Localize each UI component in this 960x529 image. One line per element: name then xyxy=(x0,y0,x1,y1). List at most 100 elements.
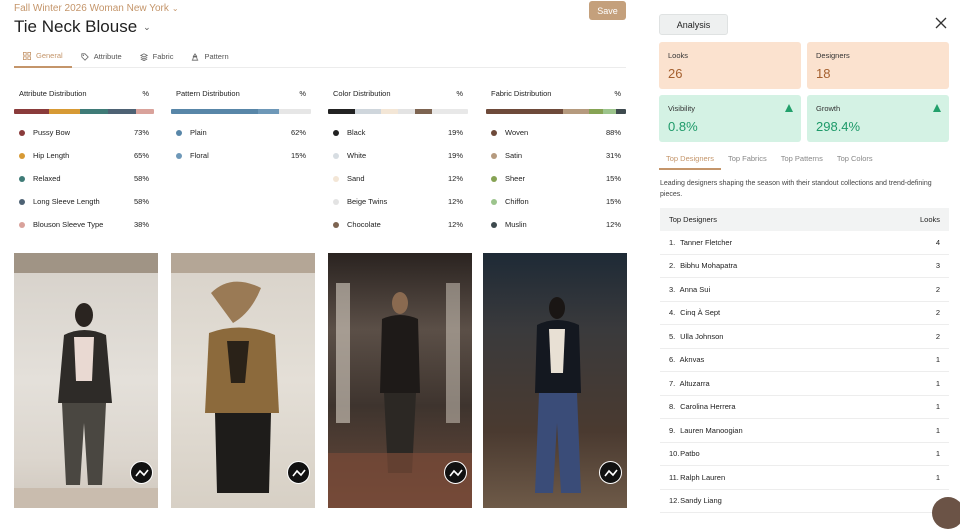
designer-cell: 9. Lauren Manoogian xyxy=(669,426,743,435)
dist-row-label: Hip Length xyxy=(33,151,70,160)
table-row[interactable]: 11. Ralph Lauren 1 xyxy=(660,466,949,490)
look-image[interactable] xyxy=(483,253,627,508)
dist-row-label: Sheer xyxy=(505,174,526,183)
designers-table: Top Designers Looks 1. Tanner Fletcher 4 2… xyxy=(660,208,949,513)
dist-bar xyxy=(14,109,154,114)
bar-segment xyxy=(562,109,590,114)
tab-bar: General Attribute Fabric Pattern xyxy=(14,45,626,68)
card-value: 298.4% xyxy=(816,119,861,134)
dist-row[interactable]: Chiffon 15% xyxy=(486,190,626,213)
up-arrow-icon xyxy=(785,104,793,112)
trend-button[interactable] xyxy=(599,461,622,484)
designers-card: Designers 18 xyxy=(807,42,949,89)
dist-row[interactable]: Hip Length 65% xyxy=(14,144,154,167)
dist-row[interactable]: Muslin 12% xyxy=(486,213,626,236)
rank: 10. xyxy=(669,449,680,459)
tab-top-patterns[interactable]: Top Patterns xyxy=(774,150,830,170)
designer-name: Altuzarra xyxy=(679,378,710,388)
look-image[interactable] xyxy=(328,253,472,508)
bar-segment xyxy=(80,109,108,114)
card-label: Designers xyxy=(816,51,850,60)
trend-button[interactable] xyxy=(444,461,467,484)
chevron-down-icon: ⌄ xyxy=(171,4,179,13)
table-row[interactable]: 2. Bibhu Mohapatra 3 xyxy=(660,255,949,278)
chat-button[interactable] xyxy=(932,497,960,529)
color-dot xyxy=(19,152,25,159)
rank: 9. xyxy=(669,425,676,435)
table-row[interactable]: 5. Ulla Johnson 2 xyxy=(660,325,949,349)
pattern-distribution: Pattern Distribution % Plain 62% Floral 15… xyxy=(171,89,311,167)
tab-attribute[interactable]: Attribute xyxy=(72,45,131,68)
tab-pattern[interactable]: Pattern xyxy=(182,45,237,68)
table-row[interactable]: 7. Altuzarra 1 xyxy=(660,372,949,396)
dist-row-label: Satin xyxy=(505,151,523,160)
dist-row-value: 62% xyxy=(290,128,306,137)
tab-fabric[interactable]: Fabric xyxy=(131,45,183,68)
dist-row-label: Muslin xyxy=(505,220,527,229)
page-title[interactable]: Tie Neck Blouse ⌄ xyxy=(14,17,151,37)
bar-segment xyxy=(354,109,382,114)
dist-row[interactable]: Satin 31% xyxy=(486,144,626,167)
save-button[interactable]: Save xyxy=(589,1,626,20)
designer-cell: 11. Ralph Lauren xyxy=(669,473,725,482)
pattern-icon xyxy=(192,52,199,61)
card-label: Looks xyxy=(668,51,689,60)
dist-row[interactable]: White 19% xyxy=(328,144,468,167)
dist-row[interactable]: Chocolate 12% xyxy=(328,213,468,236)
trend-button[interactable] xyxy=(130,461,153,484)
dist-row[interactable]: Plain 62% xyxy=(171,121,311,144)
tab-general[interactable]: General xyxy=(14,45,72,68)
dist-header: Color Distribution % xyxy=(328,89,468,103)
dist-row[interactable]: Relaxed 58% xyxy=(14,167,154,190)
dist-row-value: 15% xyxy=(605,197,621,206)
trend-button[interactable] xyxy=(287,461,310,484)
visibility-card: Visibility 0.8% xyxy=(659,95,801,142)
table-row[interactable]: 12. Sandy Liang xyxy=(660,490,949,513)
table-row[interactable]: 8. Carolina Herrera 1 xyxy=(660,396,949,419)
table-row[interactable]: 1. Tanner Fletcher 4 xyxy=(660,231,949,255)
analysis-tab[interactable]: Analysis xyxy=(659,14,728,35)
dist-row[interactable]: Sand 12% xyxy=(328,167,468,190)
color-dot xyxy=(491,152,497,159)
dist-row-label: Relaxed xyxy=(33,174,61,183)
table-row[interactable]: 9. Lauren Manoogian 1 xyxy=(660,419,949,443)
close-icon[interactable] xyxy=(934,16,948,30)
chevron-down-icon: ⌄ xyxy=(143,21,151,32)
color-dot xyxy=(491,198,497,205)
dist-row[interactable]: Woven 88% xyxy=(486,121,626,144)
designer-cell: 6. Aknvas xyxy=(669,355,704,364)
table-row[interactable]: 6. Aknvas 1 xyxy=(660,349,949,372)
tab-top-fabrics[interactable]: Top Fabrics xyxy=(721,150,774,170)
rank: 8. xyxy=(669,402,676,412)
designer-name: Aknvas xyxy=(679,355,705,365)
dist-bar xyxy=(328,109,468,114)
designer-name: Lauren Manoogian xyxy=(680,425,743,435)
bar-segment xyxy=(602,109,616,114)
bar-segment xyxy=(49,109,81,114)
look-image[interactable] xyxy=(171,253,315,508)
designer-cell: 10. Patbo xyxy=(669,449,700,458)
table-row[interactable]: 3. Anna Sui 2 xyxy=(660,278,949,302)
dist-row-label: Sand xyxy=(347,174,365,183)
looks-count: 2 xyxy=(935,284,940,294)
designer-cell: 4. Cinq À Sept xyxy=(669,308,720,317)
dist-row[interactable]: Black 19% xyxy=(328,121,468,144)
tab-top-designers[interactable]: Top Designers xyxy=(659,150,721,170)
section-description: Leading designers shaping the season wit… xyxy=(660,180,932,198)
breadcrumb[interactable]: Fall Winter 2026 Woman New York ⌄ xyxy=(14,3,179,14)
dist-row[interactable]: Sheer 15% xyxy=(486,167,626,190)
table-row[interactable]: 10. Patbo 1 xyxy=(660,443,949,466)
table-row[interactable]: 4. Cinq À Sept 2 xyxy=(660,302,949,325)
dist-row[interactable]: Blouson Sleeve Type 38% xyxy=(14,213,154,236)
tab-top-colors[interactable]: Top Colors xyxy=(830,150,880,170)
dist-row[interactable]: Pussy Bow 73% xyxy=(14,121,154,144)
dist-row[interactable]: Floral 15% xyxy=(171,144,311,167)
designer-name: Cinq À Sept xyxy=(680,308,721,318)
color-dot xyxy=(333,152,339,159)
dist-row[interactable]: Long Sleeve Length 58% xyxy=(14,190,154,213)
rank: 11. xyxy=(669,472,679,482)
designer-name: Sandy Liang xyxy=(680,496,722,506)
look-image[interactable] xyxy=(14,253,158,508)
dist-row[interactable]: Beige Twins 12% xyxy=(328,190,468,213)
dist-row-label: Floral xyxy=(190,151,209,160)
